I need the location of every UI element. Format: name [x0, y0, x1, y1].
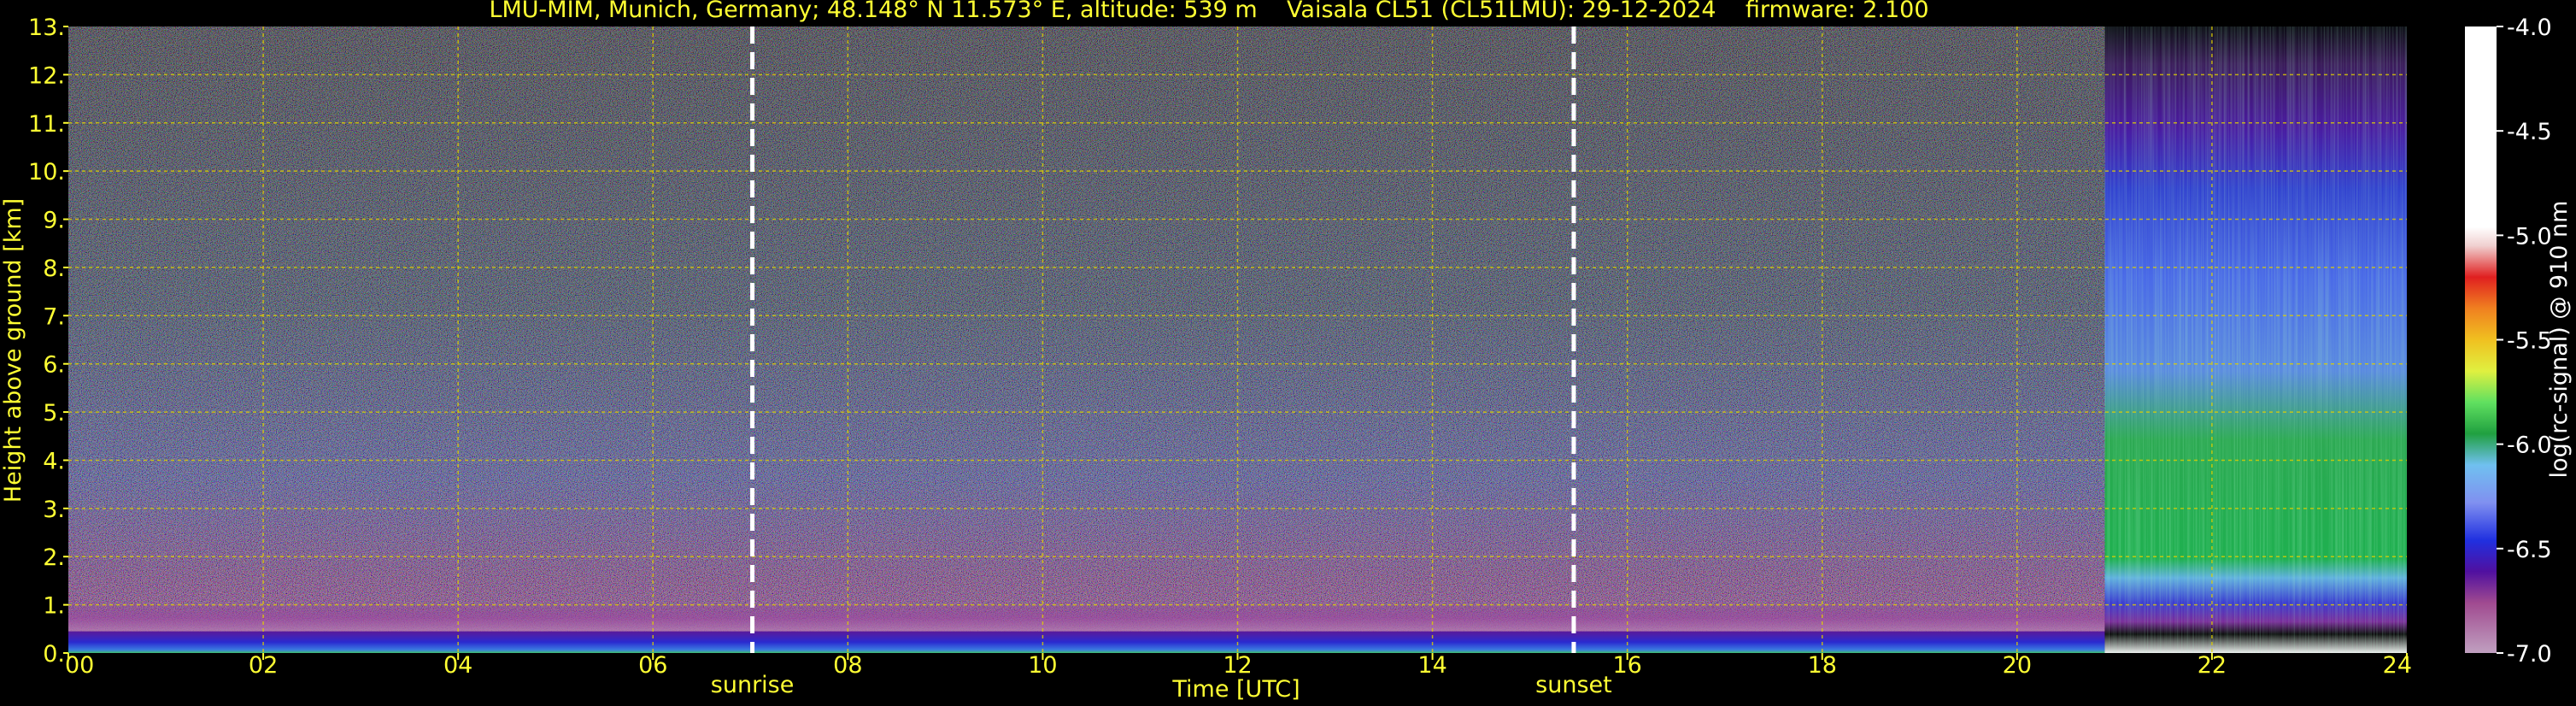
x-tick-label: 24 — [2383, 652, 2412, 679]
y-tick-label: 6. — [43, 352, 65, 379]
x-axis-ticks: 00 02 04 06 08 10 12 14 16 18 20 22 24 — [65, 652, 2412, 679]
plot-area — [68, 26, 2407, 653]
surface-layer — [68, 631, 2105, 653]
y-axis-ticks: 0. 1. 2. 3. 4. 5. 6. 7. 8. 9. 10. 11. 12. 13. — [28, 15, 68, 668]
x-tick-label: 16 — [1612, 652, 1641, 679]
x-tick-label: 18 — [1808, 652, 1837, 679]
colorbar-label: log(rc-signal) @ 910 nm — [2546, 201, 2573, 479]
x-tick-label: 12 — [1223, 652, 1252, 679]
colorbar-tick-label: -6.5 — [2507, 537, 2552, 563]
boundary-layer — [68, 604, 2105, 632]
y-tick-label: 0. — [43, 641, 65, 668]
x-axis-label: Time [UTC] — [1171, 676, 1300, 703]
y-axis-label: Height above ground [km] — [0, 198, 26, 503]
y-tick-label: 12. — [28, 62, 65, 89]
colorbar-scale — [2465, 26, 2497, 653]
y-tick-label: 8. — [43, 256, 65, 282]
heatmap-noise — [68, 26, 2105, 653]
x-tick-label: 00 — [65, 652, 94, 679]
x-tick-label: 22 — [2198, 652, 2227, 679]
x-tick-label: 04 — [443, 652, 472, 679]
y-tick-label: 4. — [43, 448, 65, 474]
colorbar-tick-label: -7.0 — [2507, 641, 2552, 668]
colorbar-tick-label: -6.0 — [2507, 432, 2552, 459]
colorbar: -4.0 -4.5 -5.0 -5.5 -6.0 -6.5 -7.0 log(rc-sign… — [2465, 15, 2573, 668]
y-tick-label: 2. — [43, 544, 65, 571]
y-tick-label: 11. — [28, 111, 65, 138]
colorbar-ticks: -4.0 -4.5 -5.0 -5.5 -6.0 -6.5 -7.0 — [2497, 15, 2552, 668]
x-tick-label: 14 — [1417, 652, 1446, 679]
colorbar-tick-label: -4.0 — [2507, 15, 2552, 41]
marker-label-sunrise: sunrise — [711, 672, 795, 698]
y-tick-label: 13. — [28, 15, 65, 41]
y-tick-label: 7. — [43, 303, 65, 330]
y-tick-label: 3. — [43, 497, 65, 523]
y-tick-label: 5. — [43, 400, 65, 427]
y-tick-label: 1. — [43, 593, 65, 620]
x-tick-label: 06 — [638, 652, 667, 679]
x-tick-label: 02 — [249, 652, 278, 679]
colorbar-tick-label: -5.5 — [2507, 328, 2552, 355]
ceilometer-chart: sunrise sunset 00 02 04 06 08 10 12 14 16 18 20 22 24… — [0, 15, 2573, 703]
colorbar-tick-label: -5.0 — [2507, 223, 2552, 250]
x-tick-label: 10 — [1028, 652, 1057, 679]
marker-label-sunset: sunset — [1535, 672, 1612, 698]
x-tick-label: 20 — [2003, 652, 2032, 679]
y-tick-label: 9. — [43, 208, 65, 234]
colorbar-tick-label: -4.5 — [2507, 119, 2552, 145]
x-tick-label: 08 — [833, 652, 862, 679]
y-tick-label: 10. — [28, 159, 65, 185]
night-cloud-streaks — [2104, 26, 2407, 653]
